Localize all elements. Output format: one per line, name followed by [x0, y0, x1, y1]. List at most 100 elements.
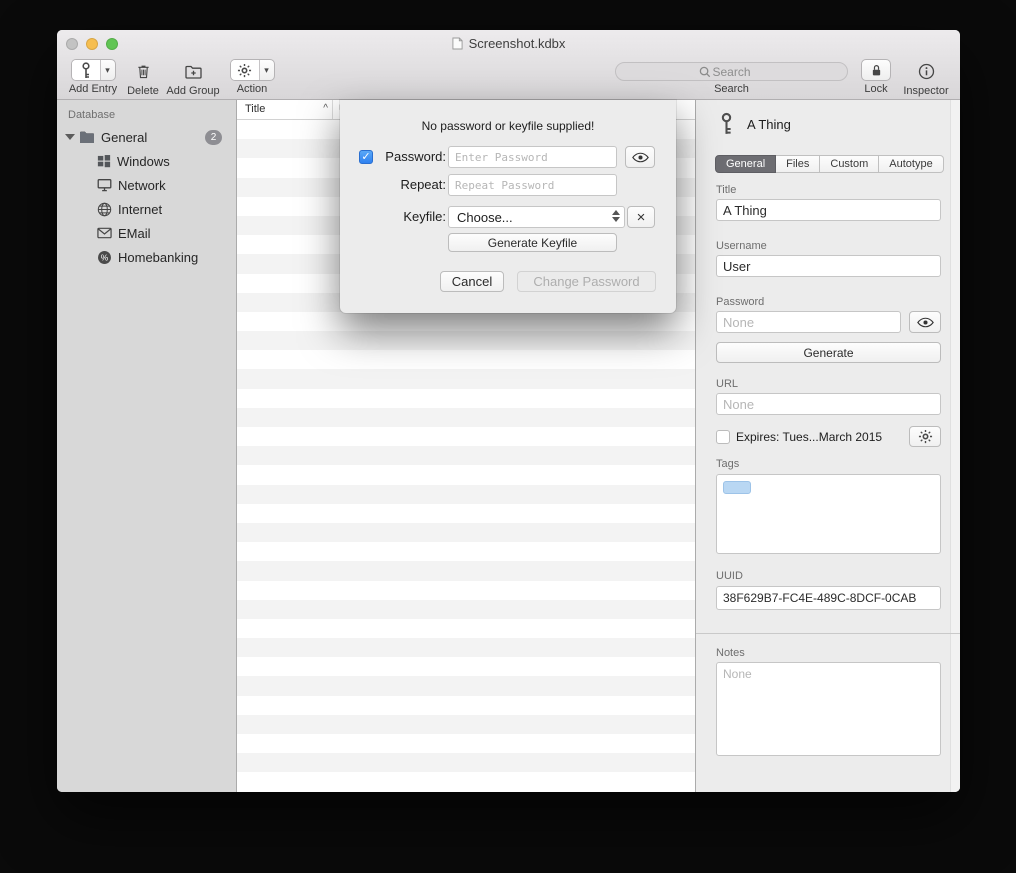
url-label: URL: [716, 378, 738, 390]
sidebar-item-windows[interactable]: Windows: [57, 149, 236, 173]
stepper-icon: [612, 210, 620, 222]
generate-password-button[interactable]: Generate: [716, 342, 941, 363]
delete-label: Delete: [127, 85, 159, 97]
table-row[interactable]: [237, 715, 695, 734]
add-group-button[interactable]: Add Group: [163, 59, 223, 97]
email-icon: [97, 227, 112, 239]
sidebar-item-general[interactable]: General2: [57, 125, 236, 149]
table-row[interactable]: [237, 561, 695, 580]
expires-settings-button[interactable]: [909, 426, 941, 447]
dialog-repeat-label: Repeat:: [374, 174, 446, 196]
table-row[interactable]: [237, 350, 695, 369]
key-icon: [718, 112, 735, 136]
change-password-button[interactable]: Change Password: [517, 271, 656, 292]
table-row[interactable]: [237, 638, 695, 657]
add-entry-button[interactable]: ▾ Add Entry: [66, 59, 120, 95]
add-entry-label: Add Entry: [69, 83, 117, 95]
gear-icon: [237, 63, 252, 78]
table-row[interactable]: [237, 504, 695, 523]
url-field[interactable]: [716, 393, 941, 415]
table-row[interactable]: [237, 696, 695, 715]
table-row[interactable]: [237, 369, 695, 388]
uuid-field[interactable]: [716, 586, 941, 610]
dialog-reveal-password-button[interactable]: [625, 146, 655, 168]
search-field[interactable]: [615, 62, 848, 81]
tag-chip[interactable]: [723, 481, 751, 494]
sidebar-item-label: Windows: [117, 154, 170, 169]
table-row[interactable]: [237, 657, 695, 676]
table-row[interactable]: [237, 389, 695, 408]
tab-autotype[interactable]: Autotype: [879, 155, 943, 173]
expires-label: Expires: Tues...March 2015: [736, 430, 882, 444]
password-label: Password: [716, 296, 764, 308]
expires-checkbox[interactable]: [716, 430, 730, 444]
section-divider: [696, 633, 960, 634]
lock-button[interactable]: Lock: [858, 59, 894, 95]
table-row[interactable]: [237, 581, 695, 600]
sidebar-item-email[interactable]: EMail: [57, 221, 236, 245]
keyfile-dropdown[interactable]: Choose...: [448, 206, 625, 228]
dialog-password-label: Password:: [374, 146, 446, 168]
generate-keyfile-button[interactable]: Generate Keyfile: [448, 233, 617, 252]
action-dropdown-arrow[interactable]: ▾: [259, 60, 274, 80]
table-row[interactable]: [237, 312, 695, 331]
table-row[interactable]: [237, 542, 695, 561]
inspector-button[interactable]: Inspector: [897, 59, 955, 97]
table-row[interactable]: [237, 523, 695, 542]
table-row[interactable]: [237, 427, 695, 446]
tab-general[interactable]: General: [715, 155, 776, 173]
sidebar-list: General2 Windows NetworkInternetEMail%Home…: [57, 125, 236, 269]
password-dialog: No password or keyfile supplied! ✓ Passw…: [340, 100, 676, 313]
notes-label: Notes: [716, 647, 745, 659]
password-field[interactable]: [716, 311, 901, 333]
dialog-password-input[interactable]: [448, 146, 617, 168]
action-button[interactable]: ▾ Action: [228, 59, 276, 95]
table-row[interactable]: [237, 619, 695, 638]
sort-ascending-icon: ^: [323, 103, 328, 119]
dialog-repeat-input[interactable]: [448, 174, 617, 196]
add-entry-dropdown-arrow[interactable]: ▾: [100, 60, 115, 80]
info-icon: [918, 63, 935, 80]
table-row[interactable]: [237, 485, 695, 504]
table-row[interactable]: [237, 465, 695, 484]
table-row[interactable]: [237, 676, 695, 695]
disclosure-triangle-icon[interactable]: [65, 134, 75, 140]
search-input[interactable]: [616, 63, 847, 80]
sidebar-item-homebanking[interactable]: %Homebanking: [57, 245, 236, 269]
tags-field[interactable]: [716, 474, 941, 554]
tab-files[interactable]: Files: [776, 155, 820, 173]
table-row[interactable]: [237, 446, 695, 465]
table-row[interactable]: [237, 600, 695, 619]
inspector-scrollbar[interactable]: [950, 100, 960, 792]
svg-text:%: %: [101, 252, 109, 262]
column-header-title[interactable]: Title ^: [237, 100, 333, 119]
tab-custom[interactable]: Custom: [820, 155, 879, 173]
inspector-label: Inspector: [903, 85, 948, 97]
cancel-button[interactable]: Cancel: [440, 271, 504, 292]
window-title: Screenshot.kdbx: [469, 36, 566, 51]
delete-button[interactable]: Delete: [125, 59, 161, 97]
trash-icon: [136, 63, 151, 80]
table-row[interactable]: [237, 408, 695, 427]
toolbar: ▾ Add Entry Delete Add Group ▾ Action: [57, 57, 960, 100]
table-row[interactable]: [237, 753, 695, 772]
reveal-password-button[interactable]: [909, 311, 941, 333]
notes-field[interactable]: [716, 662, 941, 756]
folder-plus-icon: [185, 64, 202, 79]
table-row[interactable]: [237, 734, 695, 753]
title-field[interactable]: [716, 199, 941, 221]
entry-title: A Thing: [747, 117, 791, 132]
password-checkbox[interactable]: ✓: [359, 150, 373, 164]
sidebar-item-network[interactable]: Network: [57, 173, 236, 197]
gear-icon: [918, 429, 933, 444]
uuid-label: UUID: [716, 570, 743, 582]
titlebar[interactable]: Screenshot.kdbx: [57, 30, 960, 57]
username-field[interactable]: [716, 255, 941, 277]
table-row[interactable]: [237, 772, 695, 791]
search-label: Search: [714, 83, 749, 95]
sidebar: Database General2WindowsNetworkInternetE…: [57, 100, 237, 792]
folder-icon: [79, 130, 95, 144]
sidebar-item-internet[interactable]: Internet: [57, 197, 236, 221]
table-row[interactable]: [237, 331, 695, 350]
clear-keyfile-button[interactable]: ×: [627, 206, 655, 228]
